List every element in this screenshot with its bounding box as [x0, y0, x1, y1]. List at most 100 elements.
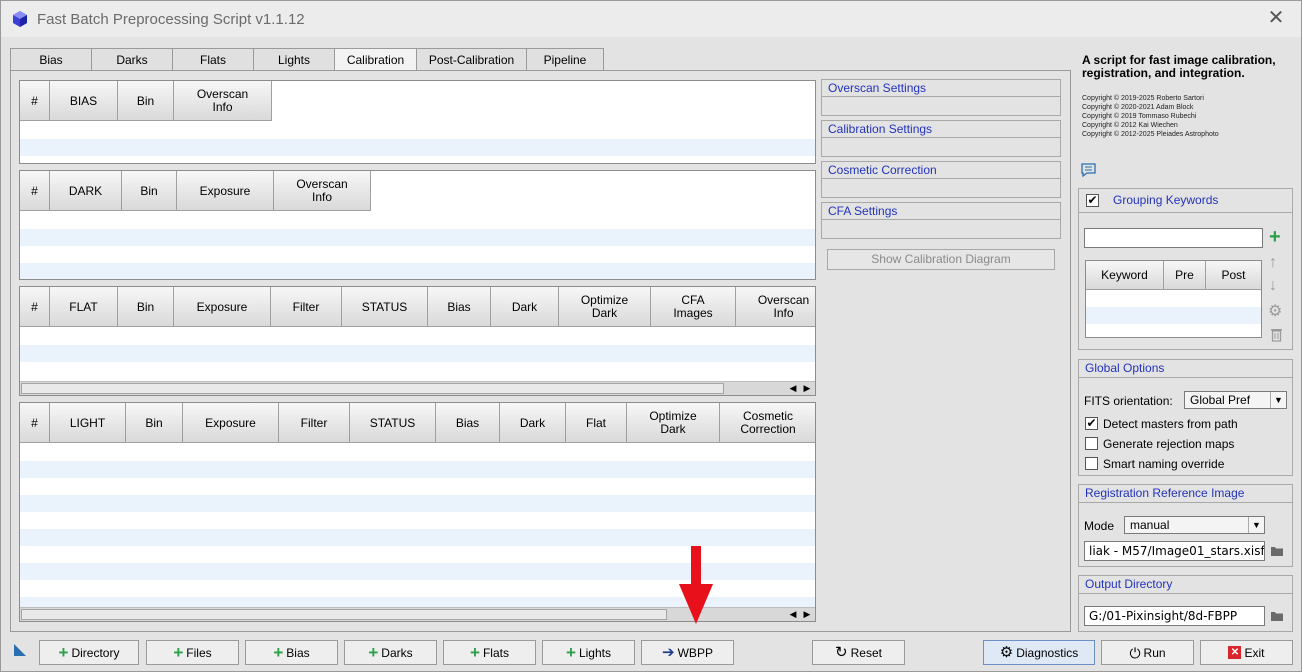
column-header[interactable]: FLAT — [50, 287, 118, 327]
column-header[interactable]: Flat — [566, 403, 627, 443]
bias-table[interactable]: # BIAS Bin Overscan Info — [19, 80, 816, 164]
flat-table-scrollbar[interactable]: ◀ ▶ — [20, 381, 815, 395]
column-header[interactable]: Exposure — [177, 171, 274, 211]
exit-button[interactable]: ✕ Exit — [1200, 640, 1293, 665]
section-title[interactable]: Cosmetic Correction — [822, 162, 1060, 179]
column-header[interactable]: Filter — [279, 403, 350, 443]
scroll-right-icon[interactable]: ▶ — [801, 608, 813, 621]
add-directory-button[interactable]: + Directory — [39, 640, 139, 665]
add-flats-button[interactable]: + Flats — [443, 640, 536, 665]
add-bias-button[interactable]: + Bias — [245, 640, 338, 665]
move-up-icon[interactable]: ↑ — [1269, 254, 1277, 272]
folder-icon[interactable] — [1271, 611, 1283, 621]
rejection-maps-checkbox[interactable] — [1085, 437, 1098, 450]
scrollbar-thumb[interactable] — [21, 383, 724, 394]
copyright-line: Copyright © 2019-2025 Roberto Sartori — [1082, 95, 1204, 102]
column-header[interactable]: Optimize Dark — [627, 403, 720, 443]
column-header[interactable]: STATUS — [350, 403, 436, 443]
copyright-line: Copyright © 2012 Kai Wiechen — [1082, 122, 1178, 129]
tab-pipeline[interactable]: Pipeline — [526, 48, 604, 71]
column-header[interactable]: Filter — [271, 287, 342, 327]
column-header[interactable]: Bias — [436, 403, 500, 443]
run-button[interactable]: ⏻ Run — [1101, 640, 1194, 665]
column-header[interactable]: STATUS — [342, 287, 428, 327]
global-options-title: Global Options — [1079, 360, 1292, 378]
tab-flats[interactable]: Flats — [172, 48, 253, 71]
grouping-keywords-title: Grouping Keywords — [1079, 189, 1292, 213]
column-header[interactable]: BIAS — [50, 81, 118, 121]
scroll-left-icon[interactable]: ◀ — [787, 608, 799, 621]
column-header[interactable]: # — [20, 171, 50, 211]
cosmetic-correction-section[interactable]: Cosmetic Correction — [821, 161, 1061, 198]
column-header[interactable]: Dark — [491, 287, 559, 327]
column-header[interactable]: Bin — [126, 403, 183, 443]
tab-calibration[interactable]: Calibration — [334, 48, 416, 72]
wbpp-button[interactable]: ➔ WBPP — [641, 640, 734, 665]
show-calibration-diagram-button[interactable]: Show Calibration Diagram — [827, 249, 1055, 270]
add-darks-button[interactable]: + Darks — [344, 640, 437, 665]
resize-corner-icon[interactable] — [14, 644, 26, 656]
column-header[interactable]: Overscan Info — [174, 81, 272, 121]
column-header[interactable]: Optimize Dark — [559, 287, 651, 327]
comment-icon[interactable] — [1080, 162, 1097, 178]
section-title[interactable]: Overscan Settings — [822, 80, 1060, 97]
tab-lights[interactable]: Lights — [253, 48, 334, 71]
close-icon[interactable]: ✕ — [1265, 7, 1287, 29]
trash-icon[interactable] — [1270, 327, 1283, 342]
column-header[interactable]: Keyword — [1086, 261, 1164, 290]
column-header[interactable]: # — [20, 81, 50, 121]
column-header[interactable]: DARK — [50, 171, 122, 211]
column-header[interactable]: Post — [1206, 261, 1261, 290]
tab-post-calibration[interactable]: Post-Calibration — [416, 48, 526, 71]
column-header[interactable]: CFA Images — [651, 287, 736, 327]
column-header[interactable]: LIGHT — [50, 403, 126, 443]
column-header[interactable]: Exposure — [183, 403, 279, 443]
arrow-right-icon: ➔ — [662, 643, 675, 661]
add-keyword-icon[interactable]: + — [1269, 227, 1281, 247]
registration-reference-path[interactable]: liak - M57/Image01_stars.xisf — [1084, 541, 1265, 561]
calibration-settings-section[interactable]: Calibration Settings — [821, 120, 1061, 157]
scroll-left-icon[interactable]: ◀ — [787, 382, 799, 395]
column-header[interactable]: Bin — [122, 171, 177, 211]
column-header[interactable]: # — [20, 403, 50, 443]
column-header[interactable]: Dark — [500, 403, 566, 443]
fits-orientation-select[interactable]: Global Pref ▼ — [1184, 391, 1287, 409]
move-down-icon[interactable]: ↓ — [1269, 277, 1277, 295]
folder-icon[interactable] — [1271, 546, 1283, 556]
grouping-keywords-checkbox[interactable]: ✔ — [1086, 194, 1099, 207]
dark-table[interactable]: # DARK Bin Exposure Overscan Info — [19, 170, 816, 280]
column-header[interactable]: Exposure — [174, 287, 271, 327]
grouping-keyword-input[interactable] — [1084, 228, 1263, 248]
column-header[interactable]: Overscan Info — [736, 287, 815, 327]
column-header[interactable]: Pre — [1164, 261, 1206, 290]
section-title[interactable]: Calibration Settings — [822, 121, 1060, 138]
column-header[interactable]: Bin — [118, 81, 174, 121]
column-header[interactable]: Overscan Info — [274, 171, 371, 211]
scroll-right-icon[interactable]: ▶ — [801, 382, 813, 395]
reset-button[interactable]: ↻ Reset — [812, 640, 905, 665]
diagnostics-button[interactable]: ⚙ Diagnostics — [983, 640, 1095, 665]
column-header[interactable]: Bias — [428, 287, 491, 327]
exit-icon: ✕ — [1228, 646, 1242, 659]
tab-darks[interactable]: Darks — [91, 48, 172, 71]
output-directory-path[interactable]: G:/01-Pixinsight/8d-FBPP — [1084, 606, 1265, 626]
section-title[interactable]: CFA Settings — [822, 203, 1060, 220]
flat-table-rows — [20, 328, 815, 379]
detect-masters-checkbox[interactable]: ✔ — [1085, 417, 1098, 430]
smart-naming-checkbox[interactable] — [1085, 457, 1098, 470]
copyright-line: Copyright © 2012-2025 Pleiades Astrophot… — [1082, 131, 1219, 138]
registration-mode-select[interactable]: manual ▼ — [1124, 516, 1265, 534]
light-table-header: # LIGHT Bin Exposure Filter STATUS Bias … — [20, 403, 815, 443]
column-header[interactable]: # — [20, 287, 50, 327]
overscan-settings-section[interactable]: Overscan Settings — [821, 79, 1061, 116]
scrollbar-thumb[interactable] — [21, 609, 667, 620]
add-files-button[interactable]: + Files — [146, 640, 239, 665]
tab-bias[interactable]: Bias — [10, 48, 91, 71]
column-header[interactable]: Cosmetic Correction — [720, 403, 815, 443]
add-lights-button[interactable]: + Lights — [542, 640, 635, 665]
column-header[interactable]: Bin — [118, 287, 174, 327]
keywords-table[interactable]: Keyword Pre Post — [1085, 260, 1262, 338]
flat-table[interactable]: # FLAT Bin Exposure Filter STATUS Bias D… — [19, 286, 816, 396]
cfa-settings-section[interactable]: CFA Settings — [821, 202, 1061, 239]
gear-icon[interactable]: ⚙ — [1268, 301, 1282, 321]
